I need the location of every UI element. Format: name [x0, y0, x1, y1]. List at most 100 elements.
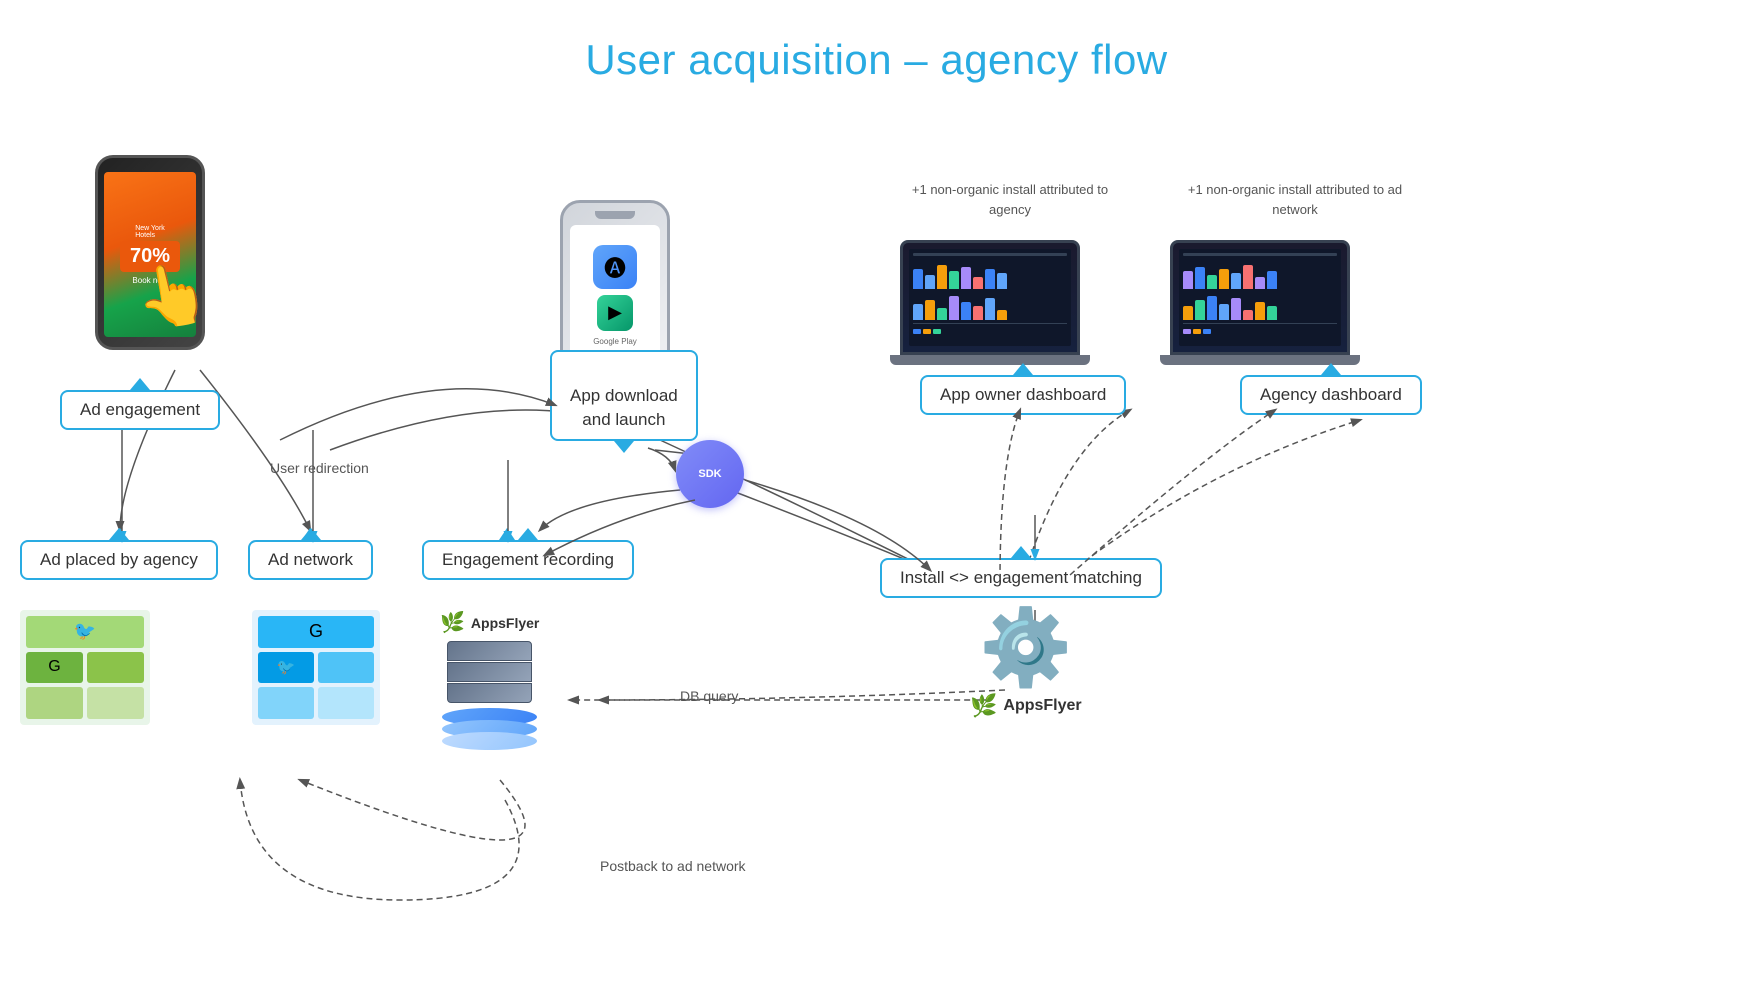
ad-net-cell-4: [258, 687, 314, 719]
agency-screen-nav: [1183, 253, 1337, 256]
bar-14: [973, 306, 983, 320]
diagram-area: New YorkHotels 70% Book now 👆 Ad engagem…: [0, 100, 1753, 970]
sdk-circle: SDK: [676, 440, 744, 508]
legend-1: [913, 329, 921, 334]
ag-legend-1: [1183, 329, 1191, 334]
ag-legend-3: [1203, 329, 1211, 334]
phone-city: New YorkHotels: [135, 225, 165, 239]
user-redirection-label: User redirection: [270, 460, 369, 476]
ag-bar-10: [1195, 300, 1205, 320]
app-owner-dashboard-callout: App owner dashboard: [920, 375, 1126, 415]
ag-bar-9: [1183, 306, 1193, 320]
appsflyer-main: ⚙️ 🌿 AppsFlyer: [970, 610, 1082, 719]
ad-network-visual: G 🐦: [252, 610, 380, 725]
app-store-icon: 🅐: [593, 245, 637, 289]
bar-4: [949, 271, 959, 289]
ad-cell-4: [26, 687, 83, 719]
bar-15: [985, 298, 995, 320]
hand-cursor-icon: 👆: [129, 254, 215, 337]
ag-bar-16: [1267, 306, 1277, 320]
non-organic-agency-label: +1 non-organic install attributed to age…: [910, 180, 1110, 219]
bar-7: [985, 269, 995, 289]
bar-2: [925, 275, 935, 289]
ag-bar-15: [1255, 302, 1265, 320]
ag-legend-2: [1193, 329, 1201, 334]
ad-net-cell-2: 🐦: [258, 652, 314, 684]
ag-bar-14: [1243, 310, 1253, 320]
google-play-label: Google Play: [593, 337, 637, 346]
laptop-screen-app-owner: [900, 240, 1080, 355]
server-unit-2: [447, 662, 532, 682]
ad-net-cell-1: G: [258, 616, 374, 648]
phone-notch: [595, 211, 635, 219]
google-play-icon: ▶: [597, 295, 633, 331]
app-owner-laptop: [900, 240, 1090, 365]
legend-2: [923, 329, 931, 334]
ag-bar-1: [1183, 271, 1193, 289]
ad-engagement-callout: Ad engagement: [60, 390, 220, 430]
ad-cell-1: 🐦: [26, 616, 144, 648]
bar-13: [961, 302, 971, 320]
screen-divider: [913, 323, 1067, 324]
arrows-svg: [0, 100, 1753, 970]
agency-bar-row-1: [1183, 261, 1337, 289]
ag-bar-7: [1255, 277, 1265, 289]
appsflyer-leaf-icon: 🌿: [440, 610, 465, 635]
agency-screen: [1179, 249, 1341, 346]
app-owner-screen: [909, 249, 1071, 346]
bar-chart-row-2: [913, 292, 1067, 320]
ag-bar-2: [1195, 267, 1205, 289]
bar-6: [973, 277, 983, 289]
appstore-screen: 🅐 ▶ Google Play: [570, 225, 660, 365]
page-title: User acquisition – agency flow: [0, 0, 1753, 84]
appsflyer-label-server: AppsFlyer: [471, 615, 539, 631]
ad-network-callout: Ad network: [248, 540, 373, 580]
laptop-screen-agency: [1170, 240, 1350, 355]
ad-cell-3: [87, 652, 144, 684]
ag-bar-12: [1219, 304, 1229, 320]
install-matching-callout: Install <> engagement matching: [880, 558, 1162, 598]
agency-screen-divider: [1183, 323, 1337, 324]
agency-screen-legend: [1183, 329, 1337, 334]
db-disk-3: [442, 732, 537, 750]
screen-nav: [913, 253, 1067, 256]
ad-net-cell-3: [318, 652, 374, 684]
ad-cell-2: G: [26, 652, 83, 684]
server-illustration: 🌿 AppsFlyer: [440, 610, 539, 750]
app-download-callout: App downloadand launch: [550, 350, 698, 441]
ag-bar-13: [1231, 298, 1241, 320]
bar-11: [937, 308, 947, 320]
screen-legend: [913, 329, 1067, 334]
agency-dashboard-callout: Agency dashboard: [1240, 375, 1422, 415]
engagement-recording-callout: Engagement recording: [422, 540, 634, 580]
bar-16: [997, 310, 1007, 320]
ag-bar-8: [1267, 271, 1277, 289]
postback-label: Postback to ad network: [600, 858, 746, 874]
appsflyer-leaf-main: 🌿: [970, 693, 997, 719]
appsflyer-logo-server: 🌿 AppsFlyer: [440, 610, 539, 635]
flow-arrows: [0, 100, 1753, 970]
appsflyer-brand: 🌿 AppsFlyer: [970, 693, 1082, 719]
bar-8: [997, 273, 1007, 289]
bar-1: [913, 269, 923, 289]
non-organic-adnetwork-label: +1 non-organic install attributed to ad …: [1185, 180, 1405, 219]
ad-cell-5: [87, 687, 144, 719]
bar-chart-row-1: [913, 261, 1067, 289]
server-unit-3: [447, 683, 532, 703]
ag-bar-4: [1219, 269, 1229, 289]
bar-9: [913, 304, 923, 320]
bar-5: [961, 267, 971, 289]
db-query-label: DB query: [680, 688, 738, 704]
agency-laptop: [1170, 240, 1360, 365]
bar-12: [949, 296, 959, 320]
ad-net-cell-5: [318, 687, 374, 719]
gear-icon: ⚙️: [979, 610, 1072, 685]
ag-bar-5: [1231, 273, 1241, 289]
server-unit-1: [447, 641, 532, 661]
bar-10: [925, 300, 935, 320]
laptop-base-app-owner: [890, 355, 1090, 365]
agency-bar-row-2: [1183, 292, 1337, 320]
bar-3: [937, 265, 947, 289]
ag-bar-3: [1207, 275, 1217, 289]
ad-placed-visual: 🐦 G: [20, 610, 150, 725]
